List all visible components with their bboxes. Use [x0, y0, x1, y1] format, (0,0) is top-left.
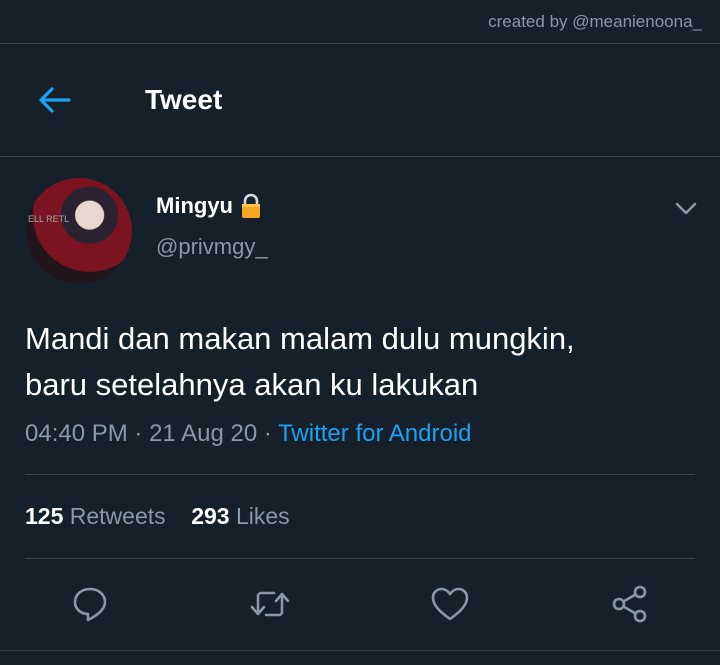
avatar-background-text: ELL RETL	[28, 214, 70, 224]
lock-icon	[242, 193, 260, 218]
reply-icon	[73, 587, 107, 622]
tweet-text-line: Mandi dan makan malam dulu mungkin,	[25, 321, 575, 356]
separator: ·	[134, 420, 143, 447]
retweets-count: 125	[25, 503, 64, 529]
action-bar	[0, 580, 720, 628]
separator: ·	[263, 420, 272, 447]
divider	[25, 474, 695, 475]
like-button[interactable]	[426, 580, 474, 628]
display-name-text: Mingyu	[156, 193, 233, 218]
more-options-button[interactable]	[672, 196, 700, 220]
tweet-stats: 125 Retweets 293 Likes	[25, 503, 290, 530]
user-handle[interactable]: @privmgy_	[156, 234, 268, 260]
tweet-source-link[interactable]: Twitter for Android	[278, 420, 471, 447]
header: Tweet	[0, 44, 720, 156]
divider	[25, 558, 695, 559]
watermark: created by @meanienoona_	[488, 12, 702, 31]
likes-label: Likes	[235, 503, 290, 529]
header-divider	[0, 156, 720, 157]
retweet-button[interactable]	[246, 580, 294, 628]
share-button[interactable]	[606, 580, 654, 628]
retweets-label: Retweets	[69, 503, 166, 529]
reply-button[interactable]	[66, 580, 114, 628]
likes-count: 293	[191, 503, 230, 529]
page-title: Tweet	[145, 84, 223, 115]
tweet-metadata: 04:40 PM · 21 Aug 20 · Twitter for Andro…	[25, 420, 472, 448]
display-name[interactable]: Mingyu	[156, 193, 263, 219]
likes-stat[interactable]: 293 Likes	[191, 503, 289, 529]
tweet-text-line: baru setelahnya akan ku lakukan	[25, 367, 479, 402]
bottom-divider	[0, 650, 720, 651]
tweet-time: 04:40 PM	[25, 420, 128, 447]
chevron-down-icon	[675, 202, 697, 215]
tweet-date: 21 Aug 20	[149, 420, 258, 447]
retweets-stat[interactable]: 125 Retweets	[25, 503, 166, 529]
avatar[interactable]: ELL RETL	[26, 178, 132, 284]
back-button[interactable]	[34, 82, 74, 118]
share-icon	[612, 585, 647, 623]
tweet-text: Mandi dan makan malam dulu mungkin, baru…	[25, 316, 695, 408]
like-icon	[431, 587, 469, 621]
retweet-icon	[250, 591, 290, 617]
back-arrow-icon	[39, 87, 71, 113]
